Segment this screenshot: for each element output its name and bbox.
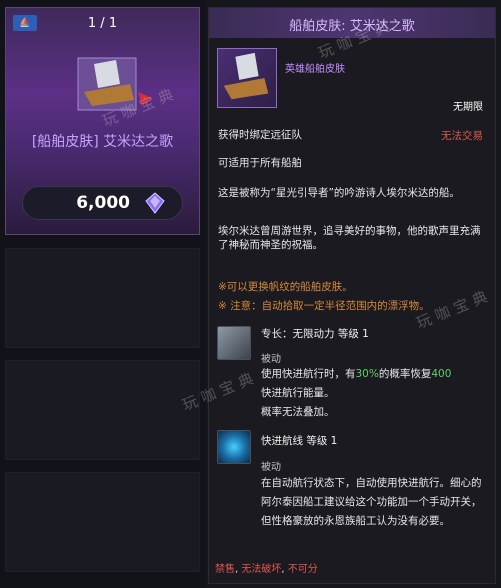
skill-desc-value: 400 <box>431 368 452 380</box>
usable-text: 可适用于所有船舶 <box>218 157 302 169</box>
item-duration: 无期限 <box>453 102 483 113</box>
shop-item-title: [船舶皮肤] 艾米达之歌 <box>31 134 174 150</box>
empty-shop-slots <box>5 248 200 582</box>
fast-route-skill-icon <box>217 430 251 464</box>
skill-type: 被动 <box>261 462 281 473</box>
infinite-power-skill-icon <box>217 326 251 360</box>
skill-desc-percent: 30% <box>355 368 379 380</box>
skill-type: 被动 <box>261 354 281 365</box>
price-value: 6,000 <box>76 193 130 213</box>
trade-status: 无法交易 <box>441 130 483 142</box>
empty-slot <box>5 360 200 460</box>
item-flags: 禁售, 无法破坏, 不可分 <box>215 564 318 575</box>
flag-no-sell: 禁售 <box>215 564 235 575</box>
skill-name: 专长：无限动力 等级 1 <box>261 328 369 340</box>
empty-slot <box>5 472 200 572</box>
skill-description: 使用快进航行时，有30%的概率恢复400 快进航行能量。 概率无法叠加。 <box>261 365 485 422</box>
note-warning-prefix: ※ 注意： <box>218 300 262 312</box>
skill-desc-text: 的概率恢复 <box>378 368 432 380</box>
skill-name: 快进航线 等级 1 <box>261 435 338 447</box>
item-grade-label: 英雄船舶皮肤 <box>285 64 345 75</box>
empty-slot <box>5 248 200 348</box>
note-warning-body: 自动拾取一定半径范围内的漂浮物。 <box>261 300 430 312</box>
item-counter: 1 / 1 <box>87 16 118 31</box>
crystal-currency-icon <box>145 192 165 214</box>
flag-no-split: 不可分 <box>287 564 318 575</box>
skill-desc-text: 快进航行能量。 <box>261 387 335 399</box>
skill-desc-text: 概率无法叠加。 <box>261 406 335 418</box>
description-line: 这是被称为“星光引导者”的吟游诗人埃尔米达的船。 <box>218 187 460 199</box>
skill-desc-text: 使用快进航行时，有 <box>261 368 356 380</box>
description-paragraph: 埃尔米达曾周游世界，追寻美好的事物，他的歌声里充满了神秘而神圣的祝福。 <box>218 225 481 251</box>
note-reskin: ※可以更换帆纹的船舶皮肤。 <box>218 281 353 293</box>
price-button[interactable]: 6,000 <box>22 186 183 220</box>
item-tooltip: 船舶皮肤: 艾米达之歌 英雄船舶皮肤 无期限 获得时绑定远征队 无法交易 可适用… <box>208 7 496 584</box>
flag-indestructible: 无法破坏 <box>241 564 282 575</box>
item-thumbnail <box>217 48 277 108</box>
skill-description: 在自动航行状态下，自动使用快进航行。细心的阿尔泰因船工建议给这个功能加一个手动开… <box>261 477 482 527</box>
